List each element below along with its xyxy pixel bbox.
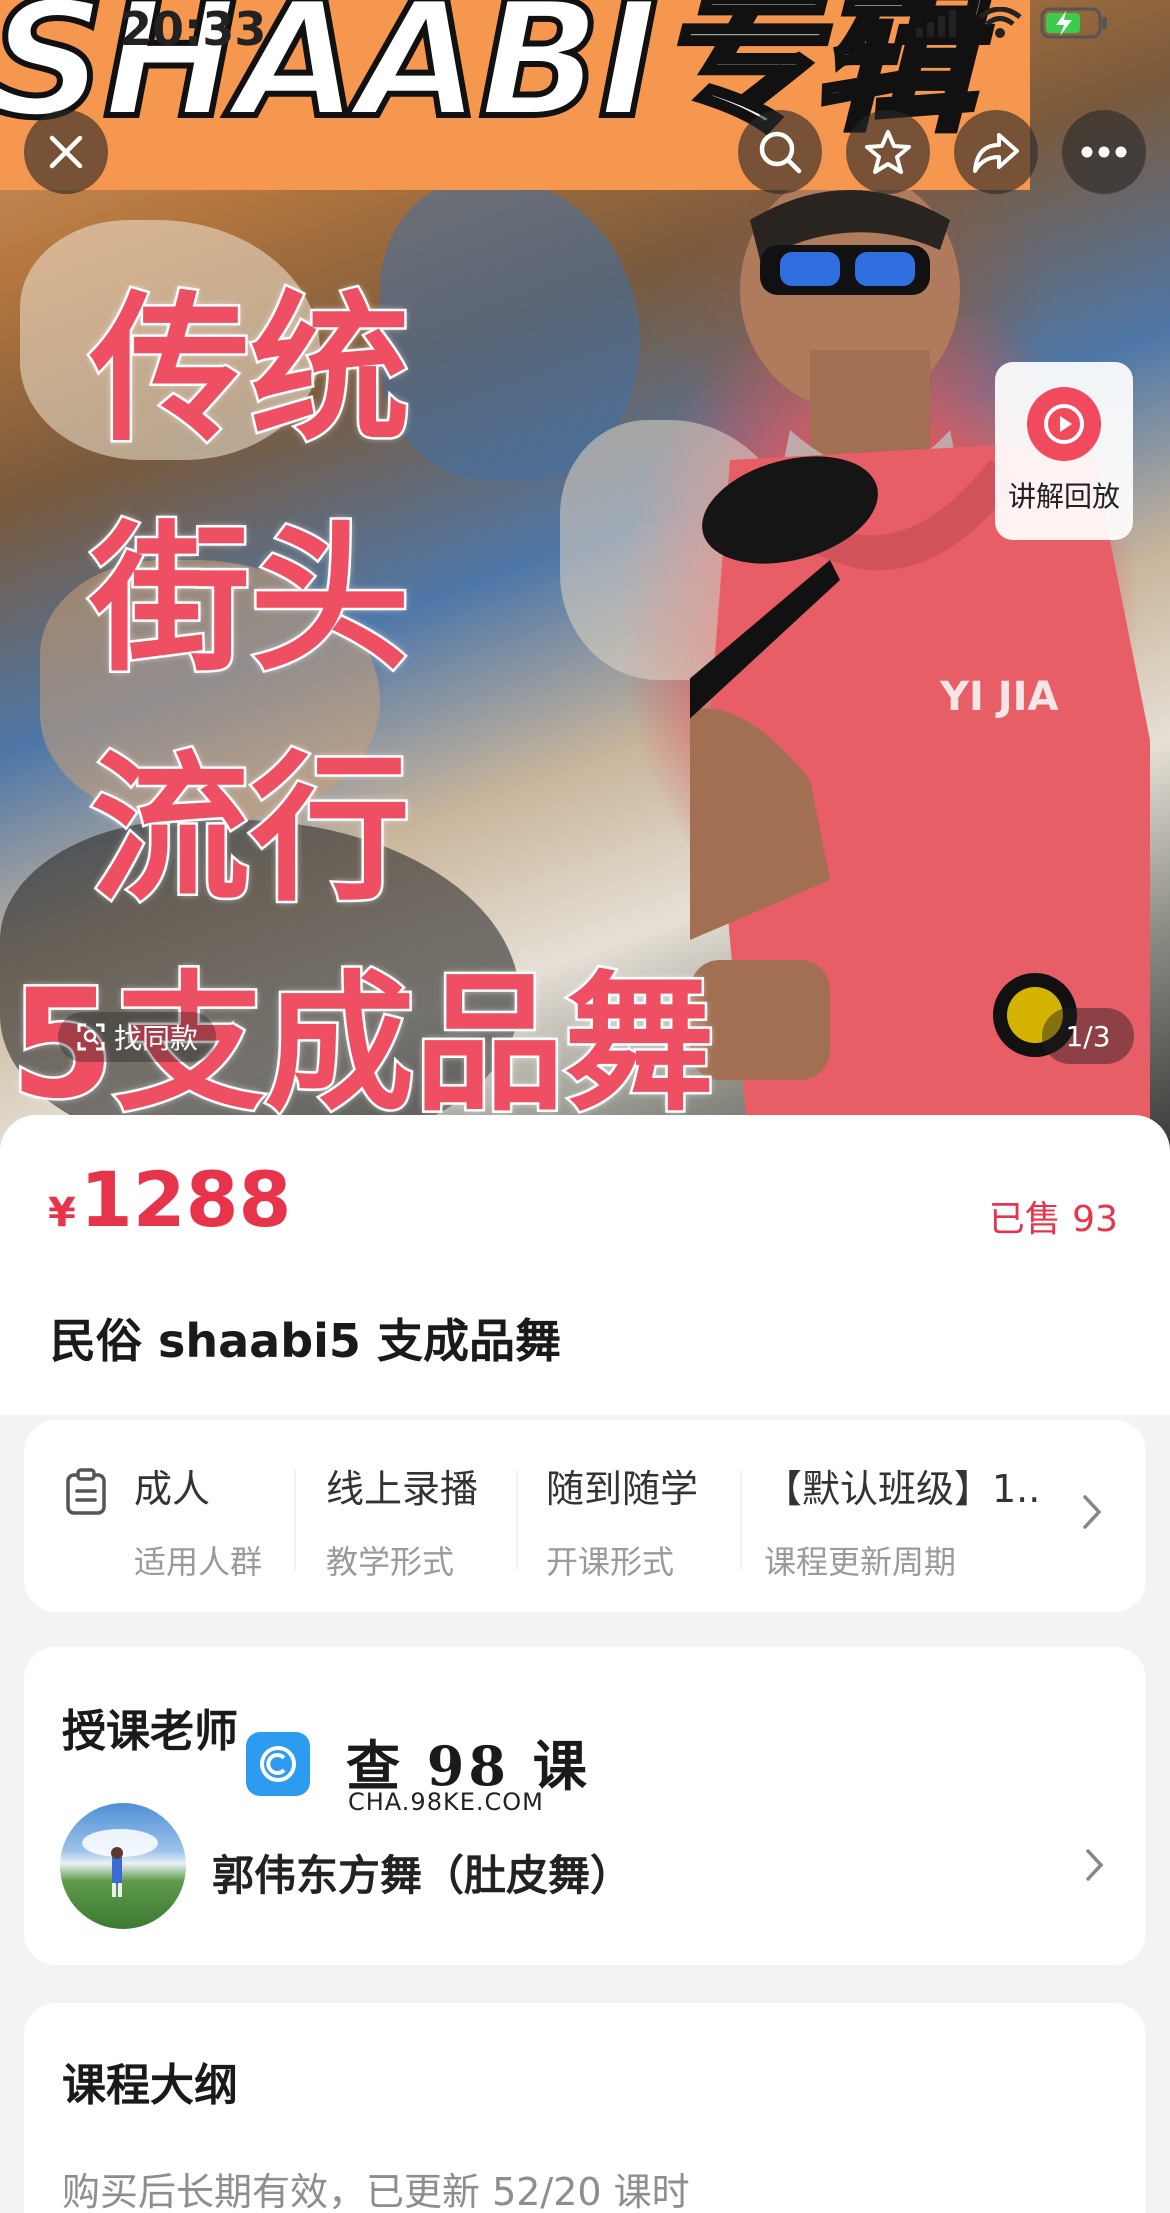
more-icon: [1081, 146, 1127, 158]
search-icon: [759, 131, 802, 174]
battery-icon: [1040, 7, 1107, 39]
clipboard-icon: [66, 1468, 106, 1515]
shirt-text: YI JIA: [939, 674, 1059, 720]
favorite-button[interactable]: [846, 110, 930, 194]
attr-label: 适用人群: [134, 1543, 263, 1581]
chevron-right-icon[interactable]: [1084, 1847, 1106, 1883]
attr-value: 随到随学: [546, 1467, 699, 1511]
sold-count: 已售 93: [988, 1199, 1118, 1240]
attr-update-cycle: 【默认班级】1.. 课程更新周期: [764, 1458, 1040, 1583]
price-value: 1288: [79, 1155, 292, 1244]
wifi-icon: [978, 7, 1022, 38]
attr-teaching-form: 线上录播 教学形式: [326, 1458, 478, 1583]
find-same-button[interactable]: 找同款: [58, 1012, 217, 1062]
teacher-card[interactable]: 授课老师 郭伟东方舞（肚皮舞）: [24, 1647, 1146, 1965]
star-icon: [865, 130, 911, 174]
hero-title-line-1: 传统: [87, 276, 412, 463]
play-icon: [1027, 387, 1101, 461]
attr-value: 线上录播: [326, 1467, 479, 1511]
close-icon: [49, 135, 83, 169]
outline-description: 购买后长期有效，已更新 52/20 课时: [62, 2170, 690, 2213]
status-time: 20:33: [120, 2, 267, 56]
currency-symbol: ¥: [48, 1190, 76, 1236]
course-outline-card[interactable]: 课程大纲 购买后长期有效，已更新 52/20 课时: [24, 2003, 1146, 2213]
teacher-name[interactable]: 郭伟东方舞（肚皮舞）: [212, 1842, 632, 1903]
price: ¥ 1288: [48, 1155, 291, 1244]
status-icons: [914, 6, 1110, 40]
hero-title-line-3: 流行: [87, 736, 412, 923]
divider: [294, 1470, 296, 1570]
model-figure: YI JIA: [690, 180, 1150, 1150]
search-button[interactable]: [738, 110, 822, 194]
attr-label: 开课形式: [546, 1543, 675, 1581]
outline-section-title: 课程大纲: [62, 2060, 238, 2111]
teacher-section-title: 授课老师: [62, 1706, 238, 1757]
scan-icon: [77, 1023, 105, 1051]
replay-button[interactable]: 讲解回放: [995, 362, 1133, 540]
page-indicator: 1/3: [1042, 1008, 1134, 1064]
course-attributes[interactable]: 成人 适用人群 线上录播 教学形式 随到随学 开课形式 【默认班级】1.. 课程…: [24, 1420, 1146, 1612]
attr-start-form: 随到随学 开课形式: [546, 1458, 698, 1583]
course-title: 民俗 shaabi5 支成品舞: [50, 1314, 561, 1368]
watermark-subtitle: CHA.98KE.COM: [348, 1788, 544, 1816]
attr-audience: 成人 适用人群: [134, 1458, 262, 1583]
divider: [740, 1470, 742, 1570]
more-button[interactable]: [1062, 110, 1146, 194]
replay-label: 讲解回放: [1007, 480, 1120, 513]
signal-icon: [916, 10, 956, 37]
attr-value: 【默认班级】1..: [764, 1467, 1041, 1511]
avatar[interactable]: [60, 1803, 186, 1929]
hero-title-line-2: 街头: [87, 506, 412, 693]
share-icon: [973, 133, 1019, 173]
attr-label: 课程更新周期: [764, 1543, 957, 1581]
attr-label: 教学形式: [326, 1543, 455, 1581]
find-same-label: 找同款: [114, 1022, 199, 1055]
chevron-right-icon[interactable]: [1080, 1492, 1104, 1532]
share-button[interactable]: [954, 110, 1038, 194]
watermark-logo-icon: [246, 1732, 310, 1796]
divider: [516, 1470, 518, 1570]
attr-value: 成人: [134, 1467, 211, 1511]
close-button[interactable]: [24, 110, 108, 194]
